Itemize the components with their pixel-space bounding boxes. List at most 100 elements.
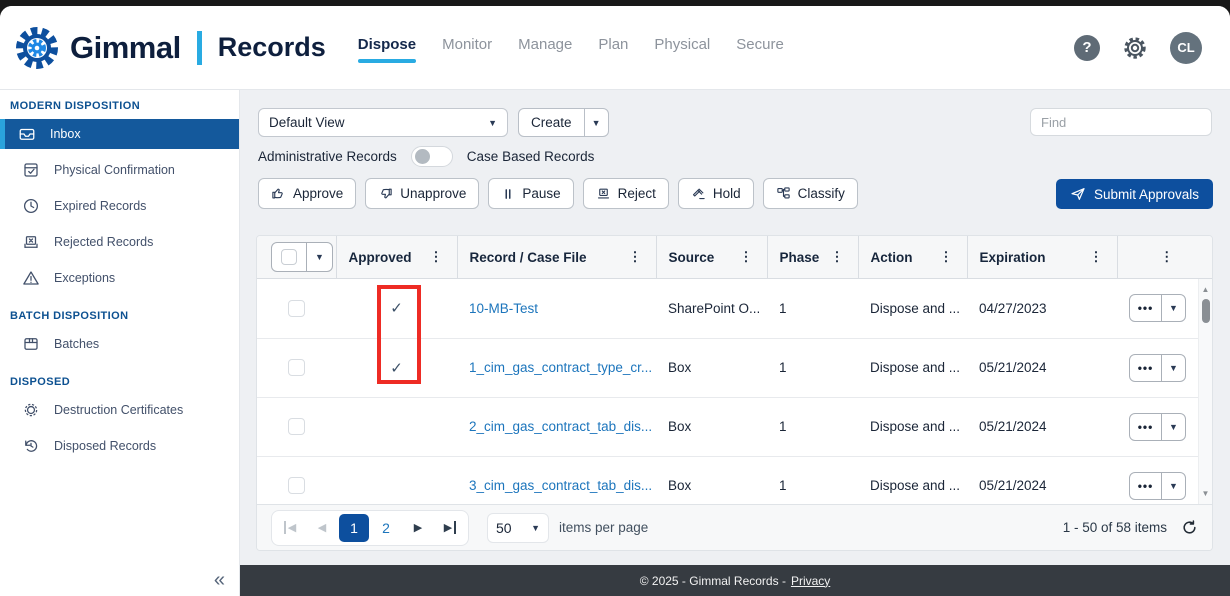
button-label: Classify (798, 186, 845, 201)
nav-tab-manage[interactable]: Manage (518, 36, 572, 63)
action-cell: Dispose and ... (858, 456, 967, 504)
record-link[interactable]: 10-MB-Test (469, 301, 538, 316)
chevron-down-icon[interactable]: ▼ (1161, 473, 1185, 499)
view-select[interactable]: Default View ▼ (258, 108, 508, 137)
sidebar-item-batches[interactable]: Batches (0, 329, 239, 359)
select-all-control[interactable]: ▼ (271, 242, 333, 272)
unapprove-button[interactable]: Unapprove (365, 178, 479, 209)
hold-button[interactable]: Hold (678, 178, 754, 209)
phase-cell: 1 (767, 456, 858, 504)
scroll-up-icon[interactable]: ▲ (1199, 285, 1212, 294)
app-window: Gimmal Records Dispose Monitor Manage Pl… (0, 6, 1230, 596)
last-page-button[interactable]: ▶ (435, 514, 465, 542)
settings-gear-icon[interactable] (1122, 35, 1148, 61)
items-per-page-label: items per page (559, 520, 648, 535)
row-checkbox[interactable] (288, 477, 305, 494)
chevron-down-icon[interactable]: ▼ (1161, 295, 1185, 321)
sidebar-item-destruction-certificates[interactable]: Destruction Certificates (0, 395, 239, 425)
column-menu-icon[interactable]: ⋮ (430, 249, 443, 265)
row-actions-split-button[interactable]: ••• ▼ (1129, 354, 1186, 382)
find-input[interactable] (1030, 108, 1212, 136)
next-page-button[interactable]: ▶ (403, 514, 433, 542)
select-all-header-cell: ▼ (257, 236, 336, 278)
vertical-scrollbar[interactable]: ▲ ▼ (1198, 279, 1212, 504)
more-options-icon[interactable]: ••• (1130, 414, 1161, 440)
column-header-action: Action⋮ (858, 236, 967, 278)
ballot-x-icon (22, 233, 40, 251)
header-actions: ? CL (1074, 32, 1202, 64)
chevron-down-icon[interactable]: ▼ (307, 252, 332, 262)
expiration-cell: 04/27/2023 (967, 279, 1117, 338)
button-label: Reject (618, 186, 656, 201)
refresh-icon[interactable] (1181, 519, 1198, 536)
sidebar-item-rejected-records[interactable]: Rejected Records (0, 227, 239, 257)
user-avatar[interactable]: CL (1170, 32, 1202, 64)
select-all-checkbox[interactable] (281, 249, 297, 265)
warning-triangle-icon (22, 269, 40, 287)
approve-button[interactable]: Approve (258, 178, 356, 209)
classify-button[interactable]: Classify (763, 178, 858, 209)
record-type-toggle[interactable] (411, 146, 453, 167)
row-actions-split-button[interactable]: ••• ▼ (1129, 472, 1186, 500)
send-icon (1070, 186, 1086, 202)
page-size-select[interactable]: 50 ▼ (487, 513, 549, 543)
pause-icon (501, 187, 515, 201)
sidebar-item-physical-confirmation[interactable]: Physical Confirmation (0, 155, 239, 185)
sidebar-item-label: Rejected Records (54, 235, 153, 249)
privacy-link[interactable]: Privacy (791, 574, 830, 588)
chevron-down-icon[interactable]: ▼ (1161, 414, 1185, 440)
column-menu-icon[interactable]: ⋮ (1160, 249, 1173, 264)
grid-header: ▼ Approved⋮ Record / Case File⋮ Source⋮ … (257, 236, 1212, 279)
first-page-button[interactable]: ◀ (275, 514, 305, 542)
row-checkbox[interactable] (288, 418, 305, 435)
sidebar-item-inbox[interactable]: Inbox (0, 119, 239, 149)
scrollbar-thumb[interactable] (1202, 299, 1210, 323)
chevron-down-icon[interactable]: ▼ (584, 109, 608, 136)
sidebar-item-label: Expired Records (54, 199, 146, 213)
sidebar-item-disposed-records[interactable]: Disposed Records (0, 431, 239, 461)
gear-logo-icon (14, 25, 60, 71)
scroll-down-icon[interactable]: ▼ (1199, 489, 1212, 498)
sidebar-item-exceptions[interactable]: Exceptions (0, 263, 239, 293)
nav-tab-plan[interactable]: Plan (598, 36, 628, 63)
nav-tab-monitor[interactable]: Monitor (442, 36, 492, 63)
top-nav: Dispose Monitor Manage Plan Physical Sec… (358, 36, 784, 63)
button-label: Unapprove (400, 186, 466, 201)
submit-approvals-button[interactable]: Submit Approvals (1056, 179, 1213, 209)
sidebar-item-label: Disposed Records (54, 439, 156, 453)
row-actions-split-button[interactable]: ••• ▼ (1129, 413, 1186, 441)
sidebar-item-label: Inbox (50, 127, 81, 141)
create-button-label: Create (519, 109, 584, 136)
create-button[interactable]: Create ▼ (518, 108, 609, 137)
more-options-icon[interactable]: ••• (1130, 473, 1161, 499)
sidebar-collapse-icon[interactable]: « (214, 569, 225, 592)
column-menu-icon[interactable]: ⋮ (629, 249, 642, 265)
gimmal-logo: Gimmal Records (14, 25, 326, 71)
pagination-controls: ◀ ◀ 1 2 ▶ ▶ (271, 510, 469, 546)
nav-tab-secure[interactable]: Secure (736, 36, 784, 63)
pause-button[interactable]: Pause (488, 178, 573, 209)
row-actions-split-button[interactable]: ••• ▼ (1129, 294, 1186, 322)
previous-page-button[interactable]: ◀ (307, 514, 337, 542)
column-menu-icon[interactable]: ⋮ (740, 249, 753, 265)
record-link[interactable]: 2_cim_gas_contract_tab_dis... (469, 419, 652, 434)
help-icon[interactable]: ? (1074, 35, 1100, 61)
page-2-button[interactable]: 2 (371, 514, 401, 542)
page-1-button[interactable]: 1 (339, 514, 369, 542)
reject-button[interactable]: Reject (583, 178, 669, 209)
row-checkbox[interactable] (288, 300, 305, 317)
column-menu-icon[interactable]: ⋮ (940, 249, 953, 265)
record-link[interactable]: 3_cim_gas_contract_tab_dis... (469, 478, 652, 493)
record-link[interactable]: 1_cim_gas_contract_type_cr... (469, 360, 652, 375)
more-options-icon[interactable]: ••• (1130, 355, 1161, 381)
row-checkbox[interactable] (288, 359, 305, 376)
sidebar-item-expired-records[interactable]: Expired Records (0, 191, 239, 221)
nav-tab-physical[interactable]: Physical (654, 36, 710, 63)
nav-tab-dispose[interactable]: Dispose (358, 36, 416, 63)
more-options-icon[interactable]: ••• (1130, 295, 1161, 321)
column-menu-icon[interactable]: ⋮ (831, 249, 844, 265)
chevron-down-icon[interactable]: ▼ (1161, 355, 1185, 381)
action-cell: Dispose and ... (858, 279, 967, 338)
chevron-down-icon: ▼ (488, 118, 497, 128)
column-menu-icon[interactable]: ⋮ (1090, 249, 1103, 265)
